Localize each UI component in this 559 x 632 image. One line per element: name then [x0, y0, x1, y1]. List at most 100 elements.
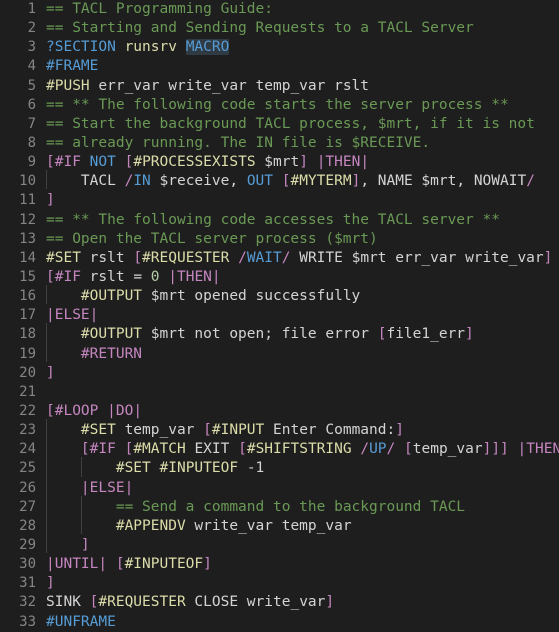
- line-content[interactable]: #SET rslt [#REQUESTER /WAIT/ WRITE $mrt …: [36, 249, 559, 268]
- indent-guide: [80, 495, 82, 515]
- code-line[interactable]: 1 == TACL Programming Guide:: [0, 0, 559, 19]
- line-content[interactable]: [#LOOP |DO|: [36, 402, 559, 421]
- line-content[interactable]: #UNFRAME: [36, 613, 559, 632]
- line-content[interactable]: |ELSE|: [36, 476, 559, 498]
- code-line[interactable]: 12 == ** The following code accesses the …: [0, 211, 559, 230]
- line-content[interactable]: == already running. The IN file is $RECE…: [36, 134, 559, 153]
- line-content[interactable]: == ** The following code accesses the TA…: [36, 211, 559, 230]
- code-token: $mrt: [255, 154, 300, 171]
- code-line[interactable]: 10 TACL /IN $receive, OUT [#MYTERM], NAM…: [0, 170, 559, 191]
- line-content[interactable]: #PUSH err_var write_var temp_var rslt: [36, 77, 559, 96]
- code-line[interactable]: 20]: [0, 364, 559, 383]
- code-line[interactable]: 15 [#IF rslt = 0 |THEN|: [0, 268, 559, 287]
- line-content[interactable]: #SET #INPUTEOF -1: [36, 457, 559, 478]
- line-content[interactable]: ]: [36, 574, 559, 593]
- line-content[interactable]: |UNTIL| [#INPUTEOF]: [36, 555, 559, 574]
- code-line[interactable]: 6 == ** The following code starts the ser…: [0, 96, 559, 115]
- code-line[interactable]: 28 #APPENDV write_var temp_var: [0, 514, 559, 536]
- line-content[interactable]: == TACL Programming Guide:: [36, 0, 559, 19]
- line-content[interactable]: #FRAME: [36, 57, 559, 76]
- code-editor[interactable]: 1 == TACL Programming Guide: 2 == Starting …: [0, 0, 559, 632]
- line-content[interactable]: == ** The following code starts the serv…: [36, 96, 559, 115]
- line-number: 32: [19, 594, 36, 611]
- code-token: $mrt not open; file error: [142, 326, 378, 343]
- line-number: 6: [27, 96, 36, 113]
- code-line[interactable]: 7 == Start the background TACL process, $…: [0, 115, 559, 134]
- line-content[interactable]: #OUTPUT $mrt opened successfully: [36, 285, 559, 306]
- code-line[interactable]: 17 |ELSE|: [0, 306, 559, 325]
- line-content[interactable]: == Send a command to the background TACL: [36, 495, 559, 517]
- indent-guide: [80, 457, 82, 477]
- line-number: 14: [19, 249, 36, 266]
- line-content[interactable]: #SET temp_var [#INPUT Enter Command:]: [36, 419, 559, 440]
- line-number: 15: [19, 268, 36, 285]
- line-content[interactable]: ]: [36, 533, 559, 555]
- line-content[interactable]: [#IF [#MATCH EXIT [#SHIFTSTRING /UP/ [te…: [36, 438, 559, 459]
- code-line[interactable]: 30 |UNTIL| [#INPUTEOF]: [0, 555, 559, 574]
- code-line[interactable]: 33 #UNFRAME: [0, 613, 559, 632]
- code-line[interactable]: 16 #OUTPUT $mrt opened successfully: [0, 285, 559, 306]
- code-line[interactable]: 13 == Open the TACL server process ($mrt): [0, 230, 559, 249]
- code-token: /: [238, 249, 247, 266]
- code-line[interactable]: 19 #RETURN: [0, 342, 559, 364]
- line-content[interactable]: SINK [#REQUESTER CLOSE write_var]: [36, 593, 559, 612]
- code-token: [: [238, 441, 247, 458]
- code-line[interactable]: 25 #SET #INPUTEOF -1: [0, 457, 559, 478]
- line-content[interactable]: |ELSE|: [36, 306, 559, 325]
- line-content[interactable]: ]: [36, 191, 559, 210]
- line-content[interactable]: == Open the TACL server process ($mrt): [36, 230, 559, 249]
- line-number: 5: [27, 77, 36, 94]
- code-token: #SHIFTSTRING: [246, 441, 352, 458]
- code-token: == ** The following code accesses the TA…: [46, 211, 500, 228]
- code-line[interactable]: 26 |ELSE|: [0, 476, 559, 498]
- line-content[interactable]: [#IF rslt = 0 |THEN|: [36, 268, 559, 287]
- code-token: [: [404, 441, 413, 458]
- code-line[interactable]: 31]: [0, 574, 559, 593]
- line-content[interactable]: == Start the background TACL process, $m…: [36, 115, 559, 134]
- line-content[interactable]: ?SECTION runsrv MACRO: [36, 38, 559, 57]
- line-number: 28: [19, 517, 36, 534]
- code-line[interactable]: 11]: [0, 191, 559, 210]
- code-token: #INPUT: [211, 422, 265, 439]
- line-number: 20: [19, 364, 36, 381]
- code-line[interactable]: 21: [0, 383, 559, 402]
- line-content[interactable]: ]: [36, 364, 559, 383]
- code-line[interactable]: 29 ]: [0, 533, 559, 555]
- code-token: #OUTPUT: [80, 288, 143, 305]
- code-line[interactable]: 14 #SET rslt [#REQUESTER /WAIT/ WRITE $mr…: [0, 249, 559, 268]
- code-line[interactable]: 32 SINK [#REQUESTER CLOSE write_var]: [0, 593, 559, 612]
- code-token: ]: [543, 249, 553, 266]
- line-content[interactable]: #APPENDV write_var temp_var: [36, 514, 559, 536]
- code-line[interactable]: 22 [#LOOP |DO|: [0, 402, 559, 421]
- code-line[interactable]: 4 #FRAME: [0, 57, 559, 76]
- code-line[interactable]: 2 == Starting and Sending Requests to a T…: [0, 19, 559, 38]
- code-token: -1: [246, 460, 265, 477]
- line-number: 11: [19, 192, 36, 209]
- line-content[interactable]: [#IF NOT [#PROCESSEXISTS $mrt] |THEN|: [36, 153, 559, 172]
- line-content[interactable]: TACL /IN $receive, OUT [#MYTERM], NAME $…: [36, 170, 559, 191]
- code-token: #REQUESTER: [142, 249, 230, 266]
- code-line[interactable]: 8 == already running. The IN file is $REC…: [0, 134, 559, 153]
- code-lines-container[interactable]: 1 == TACL Programming Guide: 2 == Starting …: [0, 0, 559, 632]
- line-content[interactable]: == Starting and Sending Requests to a TA…: [36, 19, 559, 38]
- code-token: Enter Command:: [264, 422, 396, 439]
- code-line[interactable]: 18 #OUTPUT $mrt not open; file error [fi…: [0, 323, 559, 344]
- code-line[interactable]: 3 ?SECTION runsrv MACRO: [0, 38, 559, 57]
- code-line[interactable]: 9 [#IF NOT [#PROCESSEXISTS $mrt] |THEN|: [0, 153, 559, 172]
- line-content[interactable]: #OUTPUT $mrt not open; file error [file1…: [36, 323, 559, 344]
- line-number: 23: [19, 422, 36, 439]
- code-line[interactable]: 23 #SET temp_var [#INPUT Enter Command:]: [0, 419, 559, 440]
- line-number: 7: [27, 115, 36, 132]
- code-token: [: [115, 556, 125, 573]
- code-line[interactable]: 24 [#IF [#MATCH EXIT [#SHIFTSTRING /UP/ …: [0, 438, 559, 459]
- code-line[interactable]: 5 #PUSH err_var write_var temp_var rslt: [0, 77, 559, 96]
- line-content[interactable]: #RETURN: [36, 342, 559, 364]
- code-line[interactable]: 27 == Send a command to the background T…: [0, 495, 559, 517]
